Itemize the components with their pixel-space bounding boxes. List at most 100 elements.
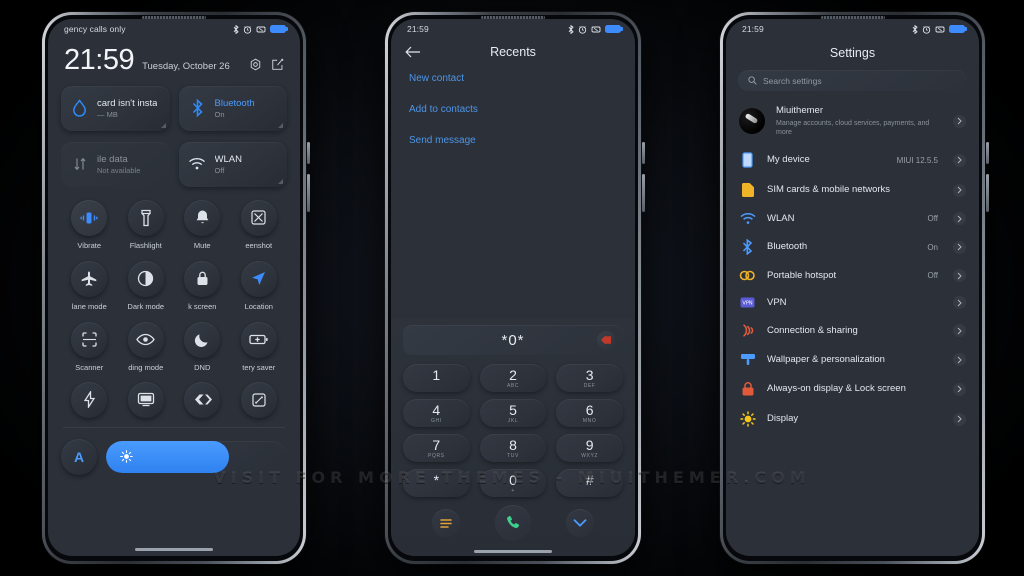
screen-control-center: gency calls only 21:59 Tuesday, October … xyxy=(48,19,300,556)
power-button[interactable] xyxy=(642,142,645,164)
settings-gear-icon[interactable] xyxy=(249,58,262,71)
key-7[interactable]: 7 PQRS xyxy=(403,434,470,462)
settings-row-connection-sharing[interactable]: Connection & sharing xyxy=(726,316,979,345)
quick-tile-label: DND xyxy=(194,362,211,372)
quick-tile-cast[interactable] xyxy=(118,381,175,418)
tile-mobile-data[interactable]: ile data Not available xyxy=(61,141,170,187)
chevron-right-icon[interactable] xyxy=(953,382,966,396)
quick-tile-lightning[interactable] xyxy=(61,381,118,418)
bottom-tiles-row xyxy=(61,381,288,418)
key-6[interactable]: 6 MNO xyxy=(556,399,623,427)
dialpad-keys: 1 2 ABC 3 DEF 4 GHI 5 JKL 6 MNO 7 PQRS 8 TUV 9W… xyxy=(403,364,623,497)
key-hash[interactable]: # xyxy=(556,469,623,497)
quick-tile-rotate[interactable] xyxy=(231,381,288,418)
backspace-icon[interactable] xyxy=(597,331,615,349)
settings-label: Portable hotspot xyxy=(767,269,837,281)
avatar xyxy=(739,108,765,135)
settings-value: Off xyxy=(927,214,938,224)
chevron-right-icon[interactable] xyxy=(953,324,966,338)
quick-tile-dnd[interactable]: DND xyxy=(174,321,231,372)
chevron-right-icon[interactable] xyxy=(953,296,966,310)
menu-icon[interactable] xyxy=(432,509,461,537)
power-button[interactable] xyxy=(307,142,310,164)
tile-wlan[interactable]: WLAN Off xyxy=(178,141,287,187)
expand-corner-icon[interactable] xyxy=(278,122,283,128)
settings-row-sim-cards[interactable]: SIM cards & mobile networks xyxy=(726,175,979,205)
settings-row-display[interactable]: Display xyxy=(726,404,979,434)
tile-data-usage[interactable]: card isn't insta — MB xyxy=(61,85,170,131)
settings-row-bluetooth[interactable]: Bluetooth On xyxy=(726,232,979,262)
action-send-message[interactable]: Send message xyxy=(409,135,617,146)
alarm-icon xyxy=(243,25,252,34)
volume-button[interactable] xyxy=(642,174,645,212)
search-settings-bar[interactable]: Search settings xyxy=(738,70,967,91)
settings-row-wlan[interactable]: WLAN Off xyxy=(726,205,979,232)
brightness-slider[interactable] xyxy=(106,440,287,473)
quick-tile-screenshot[interactable]: eenshot xyxy=(231,199,288,250)
chevron-down-icon[interactable] xyxy=(565,509,594,537)
key-2[interactable]: 2 ABC xyxy=(479,364,547,392)
chevron-right-icon[interactable] xyxy=(953,183,966,197)
quick-tile-location[interactable]: Location xyxy=(231,260,288,311)
quick-tile-battery-saver[interactable]: tery saver xyxy=(231,321,288,372)
settings-row-vpn[interactable]: VPN VPN xyxy=(726,289,979,316)
clock-row: 21:59 Tuesday, October 26 xyxy=(61,39,287,75)
chevron-right-icon[interactable] xyxy=(953,153,966,167)
bluetooth-icon xyxy=(739,239,756,256)
settings-row-portable-hotspot[interactable]: Portable hotspot Off xyxy=(726,262,979,289)
cast-icon xyxy=(127,381,164,418)
key-3[interactable]: 3 DEF xyxy=(556,364,623,392)
key-star[interactable]: * xyxy=(403,469,470,497)
chevron-right-icon[interactable] xyxy=(953,240,966,254)
screen-dialer: 21:59 Recents New contact Add to contact… xyxy=(391,19,635,556)
key-9[interactable]: 9 WXYZ xyxy=(556,434,623,462)
settings-list: Miuithemer Manage accounts, cloud servic… xyxy=(726,99,979,434)
expand-corner-icon[interactable] xyxy=(278,178,283,184)
key-0[interactable]: 0 + xyxy=(479,469,547,497)
quick-tile-vibrate[interactable]: Vibrate xyxy=(61,199,118,250)
lightning-icon xyxy=(71,381,108,418)
back-arrow-icon[interactable] xyxy=(405,46,427,58)
tile-sub: On xyxy=(214,109,225,119)
auto-brightness-button[interactable]: A xyxy=(61,438,97,475)
status-icons xyxy=(912,24,967,34)
tile-bluetooth[interactable]: Bluetooth On xyxy=(178,85,287,131)
key-5[interactable]: 5 JKL xyxy=(479,399,547,427)
quick-tile-flashlight[interactable]: Flashlight xyxy=(118,199,175,250)
chevron-right-icon[interactable] xyxy=(953,212,966,226)
chevron-right-icon[interactable] xyxy=(953,353,966,367)
settings-label: VPN xyxy=(767,296,787,308)
quick-tile-reading-mode[interactable]: ding mode xyxy=(118,321,175,372)
power-button[interactable] xyxy=(986,142,989,164)
quick-tile-nfc[interactable] xyxy=(174,381,231,418)
settings-row-wallpaper[interactable]: Wallpaper & personalization xyxy=(726,345,979,374)
quick-tile-airplane-mode[interactable]: lane mode xyxy=(61,260,118,311)
settings-row-aod-lock-screen[interactable]: Always-on display & Lock screen xyxy=(726,374,979,404)
action-new-contact[interactable]: New contact xyxy=(409,73,617,84)
quick-tile-dark-mode[interactable]: Dark mode xyxy=(118,260,175,311)
settings-row-account[interactable]: Miuithemer Manage accounts, cloud servic… xyxy=(726,99,979,145)
phone-middle-dialer: 21:59 Recents New contact Add to contact… xyxy=(385,12,645,564)
chevron-right-icon[interactable] xyxy=(953,412,966,426)
settings-row-my-device[interactable]: My device MIUI 12.5.5 xyxy=(726,145,979,175)
key-letters: TUV xyxy=(507,452,519,459)
quick-tile-scanner[interactable]: Scanner xyxy=(61,321,118,372)
carrier-label: gency calls only xyxy=(64,24,126,34)
home-indicator[interactable] xyxy=(474,550,552,553)
edit-icon[interactable] xyxy=(271,58,284,71)
quick-tile-lock-screen[interactable]: k screen xyxy=(174,260,231,311)
quick-tile-mute[interactable]: Mute xyxy=(174,199,231,250)
home-indicator[interactable] xyxy=(135,548,213,551)
number-field[interactable]: *0* xyxy=(403,325,623,355)
volume-button[interactable] xyxy=(986,174,989,212)
volume-button[interactable] xyxy=(307,174,310,212)
action-add-to-contacts[interactable]: Add to contacts xyxy=(409,104,617,115)
key-4[interactable]: 4 GHI xyxy=(403,399,470,427)
chevron-right-icon[interactable] xyxy=(953,269,966,283)
bell-icon xyxy=(184,199,221,236)
call-icon[interactable] xyxy=(494,505,531,541)
key-8[interactable]: 8 TUV xyxy=(479,434,547,462)
expand-corner-icon[interactable] xyxy=(160,122,166,128)
chevron-right-icon[interactable] xyxy=(953,114,966,128)
key-1[interactable]: 1 xyxy=(403,364,470,392)
